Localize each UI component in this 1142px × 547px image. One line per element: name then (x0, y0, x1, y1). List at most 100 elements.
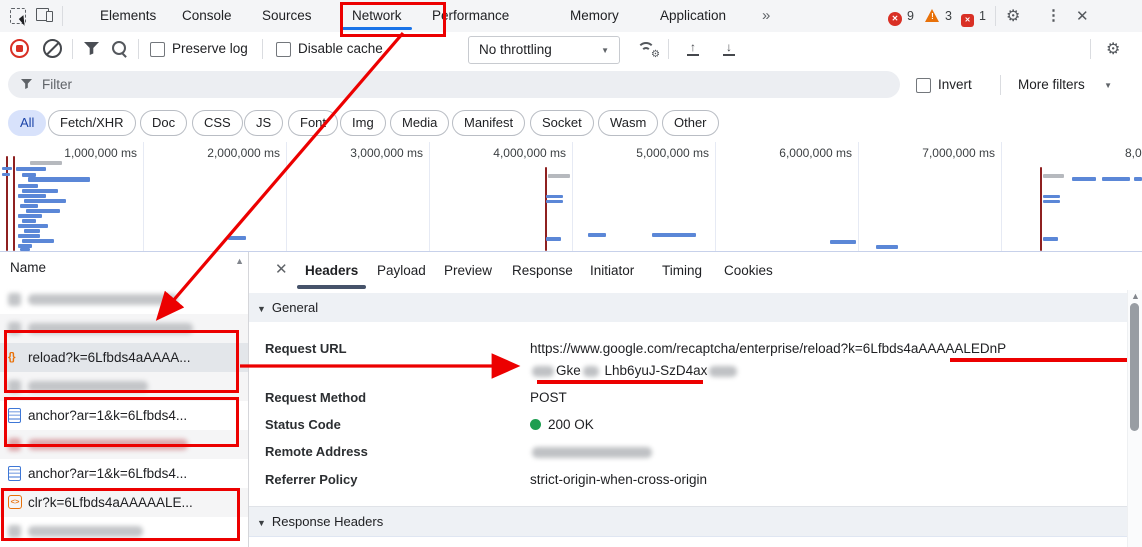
status-code-label: Status Code (265, 416, 341, 433)
waterfall-bar (16, 167, 46, 171)
timeline-gridline (429, 142, 430, 251)
response-headers-section-header[interactable]: ▼Response Headers (249, 506, 1128, 537)
headers-detail-body: ▼General Request URL https://www.google.… (249, 290, 1142, 547)
device-toolbar-icon[interactable] (36, 8, 53, 22)
redacted-request-row[interactable] (0, 314, 248, 343)
invert-checkbox[interactable] (916, 78, 931, 93)
network-overview-timeline[interactable]: 1,000,000 ms2,000,000 ms3,000,000 ms4,00… (0, 142, 1142, 252)
inspect-element-icon[interactable] (10, 8, 26, 24)
issues-badge-icon[interactable]: ✕ (961, 10, 974, 27)
waterfall-bar (1134, 177, 1142, 181)
tab-console[interactable]: Console (182, 0, 232, 31)
timeline-tick-label-partial: 8,0 (1125, 146, 1142, 160)
tab-headers[interactable]: Headers (305, 252, 358, 289)
name-column-header[interactable]: Name ▲ (0, 252, 248, 286)
tab-response[interactable]: Response (512, 252, 573, 289)
disable-cache-checkbox[interactable] (276, 42, 291, 57)
waterfall-bar (1043, 195, 1060, 198)
redacted-text (28, 323, 193, 334)
chip-fetch-xhr[interactable]: Fetch/XHR (48, 110, 136, 136)
status-green-dot (530, 419, 541, 430)
throttling-select[interactable]: No throttling ▼ (468, 36, 620, 64)
waterfall-bar (1043, 237, 1058, 241)
timeline-tick-label: 2,000,000 ms (207, 146, 280, 160)
chip-media[interactable]: Media (390, 110, 449, 136)
waterfall-bar (13, 156, 15, 251)
chip-img[interactable]: Img (340, 110, 386, 136)
tab-preview[interactable]: Preview (444, 252, 492, 289)
throttling-value: No throttling (479, 37, 552, 62)
details-tab-bar: ✕ Headers Payload Preview Response Initi… (249, 252, 1142, 291)
tab-application[interactable]: Application (660, 0, 726, 31)
redacted-icon (8, 525, 21, 538)
document-icon (8, 408, 21, 423)
tab-sources[interactable]: Sources (262, 0, 312, 31)
triangle-down-icon: ▼ (257, 518, 266, 528)
settings-gear-icon[interactable]: ⚙ (1006, 6, 1020, 26)
network-request-row[interactable]: anchor?ar=1&k=6Lfbds4... (0, 459, 248, 488)
script-icon: {} (8, 350, 21, 364)
network-settings-gear-icon[interactable]: ⚙ (1106, 39, 1120, 59)
filter-input[interactable]: Filter (8, 71, 900, 98)
tab-performance[interactable]: Performance (432, 0, 509, 31)
network-request-row[interactable]: <>clr?k=6Lfbds4aAAAAALE... (0, 488, 248, 517)
redacted-icon (8, 322, 21, 335)
preserve-log-label: Preserve log (172, 32, 248, 66)
redacted-text (28, 294, 178, 305)
close-devtools-icon[interactable]: ✕ (1076, 7, 1089, 25)
redacted-text (28, 381, 148, 392)
waterfall-bar (1102, 177, 1130, 181)
warning-badge-icon[interactable]: ! (925, 9, 940, 23)
general-section-label: General (272, 300, 318, 315)
redacted-request-row[interactable] (0, 285, 248, 314)
error-count: 9 (907, 9, 914, 23)
general-section-header[interactable]: ▼General (249, 293, 1128, 322)
redacted-icon (8, 293, 21, 306)
chip-js[interactable]: JS (244, 110, 283, 136)
filter-placeholder: Filter (42, 71, 72, 98)
chip-doc[interactable]: Doc (140, 110, 187, 136)
waterfall-bar (22, 239, 54, 243)
waterfall-bar (1043, 174, 1064, 178)
import-har-icon[interactable]: ↑ (686, 42, 700, 56)
tab-cookies[interactable]: Cookies (724, 252, 773, 289)
tab-timing[interactable]: Timing (662, 252, 702, 289)
tab-payload[interactable]: Payload (377, 252, 426, 289)
search-icon[interactable] (112, 41, 126, 55)
clear-network-log-icon[interactable] (43, 39, 62, 58)
chip-socket[interactable]: Socket (530, 110, 594, 136)
chip-wasm[interactable]: Wasm (598, 110, 658, 136)
scroll-up-icon[interactable]: ▲ (1131, 291, 1140, 301)
tab-initiator[interactable]: Initiator (590, 252, 634, 289)
close-details-icon[interactable]: ✕ (275, 260, 288, 278)
more-filters-button[interactable]: More filters (1018, 66, 1085, 104)
timeline-gridline (1001, 142, 1002, 251)
filter-toggle-icon[interactable] (84, 42, 99, 55)
chip-manifest[interactable]: Manifest (452, 110, 525, 136)
record-network-log-icon[interactable] (10, 39, 29, 58)
scroll-up-icon[interactable]: ▲ (235, 256, 244, 266)
chip-other[interactable]: Other (662, 110, 719, 136)
redacted-request-row[interactable] (0, 372, 248, 401)
tab-network[interactable]: Network (352, 0, 402, 31)
redacted-request-row[interactable] (0, 430, 248, 459)
error-badge-icon[interactable]: ✕ (888, 9, 902, 26)
kebab-menu-icon[interactable]: ⋮ (1046, 6, 1061, 24)
more-tabs-chevron-icon[interactable]: » (762, 0, 770, 31)
network-request-row[interactable]: anchor?ar=1&k=6Lfbds4... (0, 401, 248, 430)
scrollbar-thumb[interactable] (1130, 303, 1139, 431)
waterfall-bar (24, 199, 66, 203)
chip-css[interactable]: CSS (192, 110, 243, 136)
network-conditions-icon[interactable]: ⚙ (636, 41, 656, 56)
details-scrollbar[interactable]: ▲ (1127, 290, 1142, 547)
tab-memory[interactable]: Memory (570, 0, 619, 31)
chip-font[interactable]: Font (288, 110, 338, 136)
network-request-row[interactable]: {}reload?k=6Lfbds4aAAAA... (0, 343, 248, 372)
redacted-request-row[interactable] (0, 517, 248, 546)
chip-all[interactable]: All (8, 110, 46, 136)
tab-elements[interactable]: Elements (100, 0, 156, 31)
export-har-icon[interactable]: ↓ (722, 42, 736, 56)
preserve-log-checkbox[interactable] (150, 42, 165, 57)
name-column-label: Name (10, 252, 46, 284)
waterfall-bar (22, 189, 58, 193)
